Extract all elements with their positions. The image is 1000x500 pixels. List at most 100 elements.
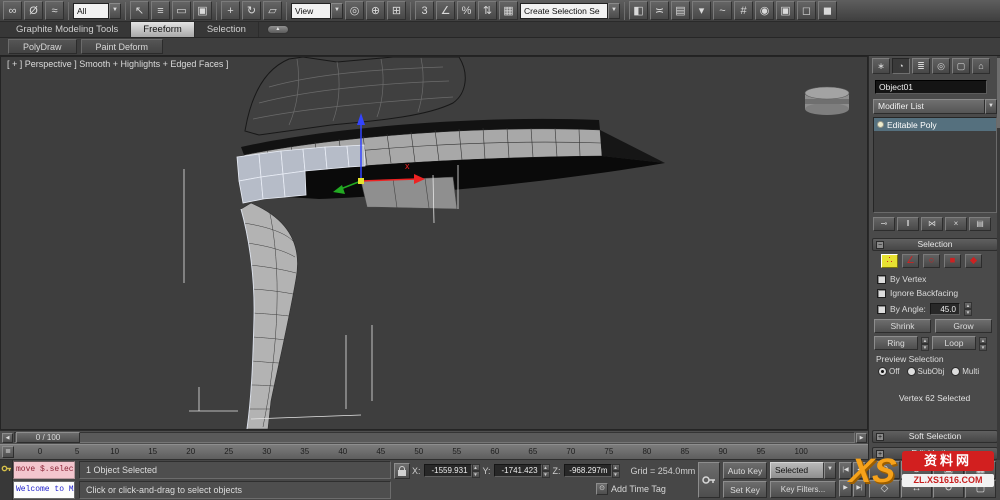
- tab-graphite-modeling-tools[interactable]: Graphite Modeling Tools: [4, 22, 132, 37]
- ribbon-minimize-toggle[interactable]: ▴: [266, 25, 289, 34]
- stack-item-editable-poly[interactable]: Editable Poly: [874, 118, 996, 131]
- angle-spinner[interactable]: ▲ ▼: [963, 302, 972, 316]
- layer-manager-icon[interactable]: ▤: [671, 1, 690, 20]
- reference-coordinate-dropdown[interactable]: View ▼: [291, 2, 343, 19]
- y-value[interactable]: -1741.423: [493, 464, 542, 477]
- chevron-down-icon[interactable]: ▼: [331, 2, 343, 19]
- panel-polydraw[interactable]: PolyDraw: [8, 39, 77, 54]
- perspective-viewport[interactable]: x [ + ] Perspective ] Smooth + Highlight…: [0, 56, 868, 430]
- named-selection-sets-icon[interactable]: ▦: [499, 1, 518, 20]
- keyboard-shortcut-override-icon[interactable]: ⊞: [387, 1, 406, 20]
- chevron-down-icon[interactable]: ▼: [824, 462, 836, 479]
- set-key-mode-button[interactable]: [698, 462, 720, 498]
- ring-button[interactable]: Ring: [874, 336, 918, 350]
- render-setup-icon[interactable]: ▣: [776, 1, 795, 20]
- time-tag-icon[interactable]: ⊙: [596, 483, 608, 495]
- rollout-selection[interactable]: − Selection: [872, 238, 998, 251]
- pin-stack-icon[interactable]: ⊸: [873, 217, 895, 231]
- rendered-frame-window-icon[interactable]: ◻: [797, 1, 816, 20]
- radio-icon[interactable]: [878, 367, 887, 376]
- y-coordinate-field[interactable]: -1741.423 ▲ ▼: [493, 464, 550, 478]
- spinner-up-icon[interactable]: ▲: [979, 336, 987, 344]
- selected-filter-dropdown[interactable]: Selected ▼: [770, 462, 836, 479]
- use-pivot-point-center-icon[interactable]: ◎: [345, 1, 364, 20]
- rollout-soft-selection[interactable]: + Soft Selection: [872, 430, 998, 443]
- z-coordinate-field[interactable]: -968.297m ▲ ▼: [563, 464, 620, 478]
- panel-paint-deform[interactable]: Paint Deform: [80, 39, 164, 54]
- y-spinner[interactable]: ▲ ▼: [541, 464, 550, 478]
- checkbox-icon[interactable]: [877, 274, 886, 284]
- time-slider[interactable]: 0 / 100: [16, 432, 80, 443]
- render-production-icon[interactable]: ◼: [818, 1, 837, 20]
- spinner-up-icon[interactable]: ▲: [471, 464, 480, 471]
- spinner-up-icon[interactable]: ▲: [541, 464, 550, 471]
- modify-tab-icon[interactable]: ◔: [892, 58, 910, 74]
- chevron-down-icon[interactable]: ▼: [985, 99, 997, 114]
- spinner-up-icon[interactable]: ▲: [611, 464, 620, 471]
- preview-subobj-radio[interactable]: SubObj: [906, 367, 944, 376]
- tab-selection[interactable]: Selection: [195, 22, 259, 37]
- selection-lock-toggle[interactable]: [394, 463, 410, 479]
- hierarchy-tab-icon[interactable]: ≣: [912, 58, 930, 74]
- shrink-button[interactable]: Shrink: [874, 319, 931, 333]
- z-spinner[interactable]: ▲ ▼: [611, 464, 620, 478]
- selection-filter-dropdown[interactable]: All ▼: [73, 2, 121, 19]
- angle-snap-icon[interactable]: ∠: [436, 1, 455, 20]
- select-and-link-icon[interactable]: ∞: [3, 1, 22, 20]
- edge-mode-icon[interactable]: ∠: [902, 254, 919, 268]
- polygon-mode-icon[interactable]: ■: [944, 254, 961, 268]
- maxscript-macro-line[interactable]: move $.selecte: [13, 461, 75, 479]
- spinner-snap-icon[interactable]: ⇅: [478, 1, 497, 20]
- motion-tab-icon[interactable]: ◎: [932, 58, 950, 74]
- show-end-result-icon[interactable]: ‖: [897, 217, 919, 231]
- spinner-down-icon[interactable]: ▼: [541, 471, 550, 478]
- loop-spinner[interactable]: ▲ ▼: [979, 336, 987, 351]
- select-and-manipulate-icon[interactable]: ⊕: [366, 1, 385, 20]
- chevron-down-icon[interactable]: ▼: [109, 2, 121, 19]
- border-mode-icon[interactable]: ○: [923, 254, 940, 268]
- select-object-icon[interactable]: ↖: [130, 1, 149, 20]
- bind-to-spacewarp-icon[interactable]: ≈: [45, 1, 64, 20]
- remove-modifier-icon[interactable]: ×: [945, 217, 967, 231]
- viewport-label[interactable]: [ + ] Perspective ] Smooth + Highlights …: [7, 59, 228, 69]
- x-spinner[interactable]: ▲ ▼: [471, 464, 480, 478]
- spinner-up-icon[interactable]: ▲: [921, 336, 929, 344]
- named-selection-set-dropdown[interactable]: Create Selection Se ▼: [520, 2, 620, 19]
- radio-icon[interactable]: [906, 367, 916, 376]
- curve-editor-icon[interactable]: ~: [713, 1, 732, 20]
- window-crossing-icon[interactable]: ▣: [193, 1, 212, 20]
- configure-modifier-sets-icon[interactable]: ▤: [969, 217, 991, 231]
- collapse-icon[interactable]: −: [876, 241, 884, 249]
- snap-toggle-3d-icon[interactable]: 3: [415, 1, 434, 20]
- add-time-tag[interactable]: ⊙ Add Time Tag: [596, 483, 666, 495]
- select-by-name-icon[interactable]: ≡: [151, 1, 170, 20]
- vertex-mode-icon[interactable]: ∴: [881, 254, 898, 268]
- grow-button[interactable]: Grow: [935, 319, 992, 333]
- maxscript-listener-line[interactable]: Welcome to MAX!: [13, 481, 75, 499]
- z-value[interactable]: -968.297m: [563, 464, 612, 477]
- spinner-down-icon[interactable]: ▼: [611, 471, 620, 478]
- key-filters-button[interactable]: Key Filters...: [770, 481, 836, 498]
- modifier-list-dropdown[interactable]: Modifier List ▼: [873, 99, 997, 114]
- spinner-down-icon[interactable]: ▼: [921, 343, 929, 351]
- preview-multi-radio[interactable]: Multi: [951, 367, 979, 376]
- viewport-canvas[interactable]: x: [1, 57, 867, 429]
- percent-snap-icon[interactable]: %: [457, 1, 476, 20]
- frame-forward-button[interactable]: ▶: [856, 433, 867, 443]
- utilities-tab-icon[interactable]: ⌂: [972, 58, 990, 74]
- unlink-selection-icon[interactable]: Ø: [24, 1, 43, 20]
- loop-button[interactable]: Loop: [932, 336, 976, 350]
- by-vertex-checkbox-row[interactable]: By Vertex: [877, 274, 926, 284]
- time-slider-track[interactable]: [14, 432, 855, 443]
- frame-back-button[interactable]: ◀: [2, 433, 13, 443]
- create-tab-icon[interactable]: ∗: [872, 58, 890, 74]
- mirror-icon[interactable]: ◧: [629, 1, 648, 20]
- by-angle-checkbox[interactable]: [877, 304, 886, 314]
- select-and-rotate-icon[interactable]: ↻: [242, 1, 261, 20]
- select-and-scale-icon[interactable]: ▱: [263, 1, 282, 20]
- spinner-up-icon[interactable]: ▲: [963, 302, 972, 309]
- radio-icon[interactable]: [951, 367, 961, 376]
- ignore-backfacing-checkbox-row[interactable]: Ignore Backfacing: [877, 288, 958, 298]
- spinner-down-icon[interactable]: ▼: [963, 309, 972, 316]
- spinner-down-icon[interactable]: ▼: [471, 471, 480, 478]
